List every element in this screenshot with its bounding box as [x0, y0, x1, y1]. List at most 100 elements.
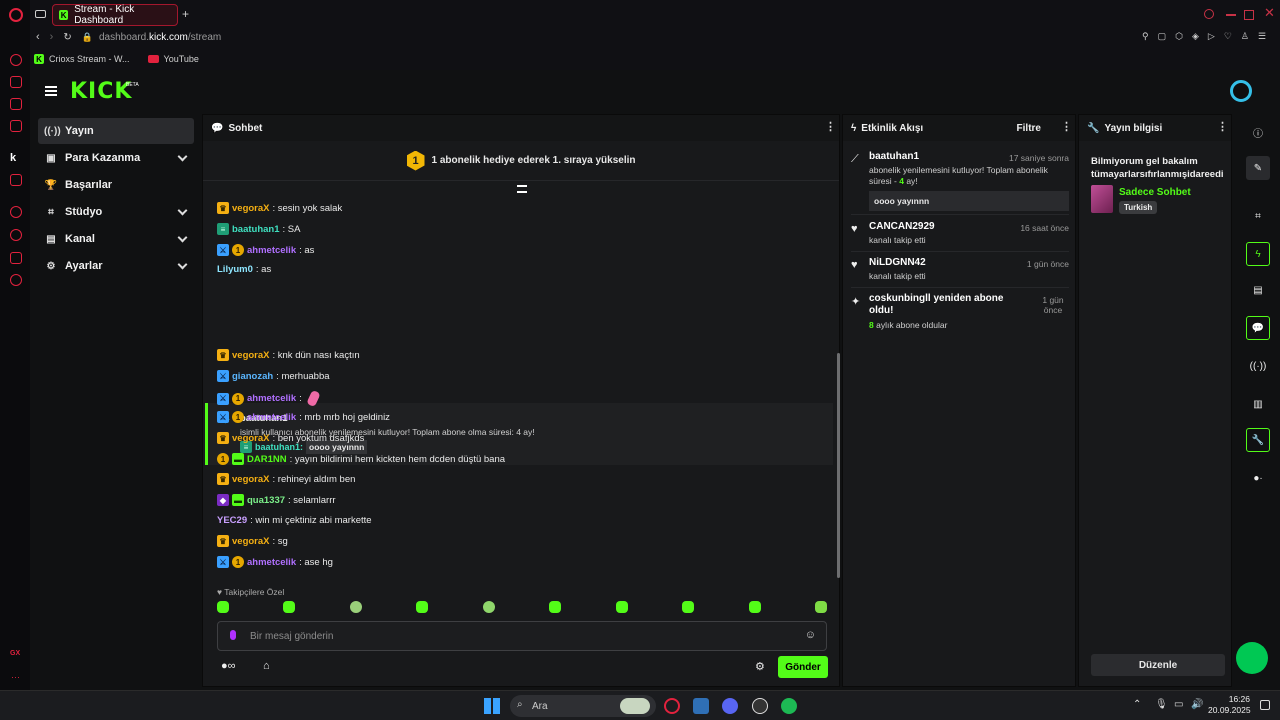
sub-badge-icon[interactable]: 1	[217, 453, 229, 465]
reload-icon[interactable]: ↻	[63, 32, 71, 43]
heart-toolbar-icon[interactable]: ♡	[1224, 31, 1232, 42]
chat-scrollbar[interactable]	[837, 353, 840, 578]
new-tab-icon[interactable]: +	[182, 7, 189, 21]
verified-badge-icon[interactable]: ≡	[217, 223, 229, 235]
crown-badge-icon[interactable]: ♛	[217, 349, 229, 361]
mod-badge-icon[interactable]: ⚔	[217, 370, 229, 382]
bookmark-youtube[interactable]: YouTube	[147, 54, 199, 64]
player-icon[interactable]	[10, 206, 22, 218]
activity-more-icon[interactable]	[1061, 120, 1072, 133]
chat-username[interactable]: ahmetcelik	[247, 393, 296, 404]
gift-badge-icon[interactable]: ▬	[232, 453, 244, 465]
nav-item-yayin[interactable]: ((·)) Yayın	[38, 118, 194, 144]
volume-icon[interactable]: 🔊	[1191, 699, 1203, 710]
filter-button[interactable]: Filtre	[1017, 123, 1041, 134]
activity-rail-icon[interactable]: ϟ	[1246, 242, 1270, 266]
mic-tray-icon[interactable]: 🎙	[1155, 699, 1168, 710]
activity-item[interactable]: ⟋ baatuhan1 17 saniye sonra abonelik yen…	[851, 151, 1069, 211]
chat-username[interactable]: vegoraX	[232, 474, 270, 485]
spotify-taskbar-icon[interactable]	[781, 698, 797, 714]
emote-icon[interactable]	[482, 601, 495, 613]
mod-badge-icon[interactable]: ⚔	[217, 556, 229, 568]
opera-logo-icon[interactable]	[9, 8, 23, 22]
layout-icon[interactable]: ▥	[1246, 392, 1270, 416]
nav-item-kanal[interactable]: ▤ Kanal	[38, 226, 194, 252]
mod-badge-icon[interactable]: ⚔	[217, 244, 229, 256]
active-tab[interactable]: K Stream - Kick Dashboard	[52, 4, 178, 26]
vpn-icon[interactable]: ⬡	[1175, 31, 1183, 42]
back-icon[interactable]: ‹	[36, 31, 40, 43]
play-icon[interactable]: ▷	[1208, 31, 1215, 42]
account-icon[interactable]: ♙	[1241, 31, 1249, 42]
points-rail-icon[interactable]: ●·	[1246, 466, 1270, 490]
sub-badge-icon[interactable]: 1	[232, 392, 244, 405]
chat-username[interactable]: baatuhan1	[232, 224, 280, 235]
taskbar-search[interactable]: ⌕ Ara	[510, 695, 656, 717]
search-tabs-icon[interactable]	[1204, 9, 1214, 19]
bookmark-crioxs[interactable]: K Crioxs Stream - W...	[34, 54, 130, 64]
info-icon[interactable]: ⓘ	[1246, 120, 1270, 144]
category-link[interactable]: Sadece Sohbet	[1119, 187, 1191, 198]
snapshot-icon[interactable]: ▢	[1158, 31, 1167, 42]
emote-icon[interactable]	[283, 601, 296, 613]
sub-badge-icon[interactable]: 1	[232, 244, 244, 256]
nav-item-ayarlar[interactable]: ⚙ Ayarlar	[38, 253, 194, 279]
nav-item-para-kazanma[interactable]: ▣ Para Kazanma	[38, 145, 194, 171]
crown-badge-icon[interactable]: ♛	[217, 432, 229, 444]
chat-settings-icon[interactable]: ⚙	[755, 660, 765, 673]
emote-icon[interactable]	[748, 601, 761, 613]
forward-icon[interactable]: ›	[50, 31, 54, 43]
settings-icon[interactable]	[10, 274, 22, 286]
obs-taskbar-icon[interactable]	[752, 698, 768, 714]
activity-item[interactable]: ♥ NiLDGNN42 1 gün önce kanalı takip etti	[851, 257, 1069, 282]
more-icon[interactable]: ···	[11, 672, 20, 682]
tray-chevron-icon[interactable]: ⌃	[1133, 699, 1141, 710]
broadcast-rail-icon[interactable]: ((·))	[1246, 354, 1270, 378]
gift-banner[interactable]: 1 1 abonelik hediye ederek 1. sıraya yük…	[203, 141, 839, 181]
emote-icon[interactable]	[682, 601, 695, 613]
chat-username[interactable]: vegoraX	[232, 536, 270, 547]
emote-icon[interactable]	[217, 601, 229, 613]
aria-icon[interactable]	[10, 54, 22, 66]
emoji-icon[interactable]: ☺	[805, 629, 816, 641]
notes-icon[interactable]: ▤	[1246, 278, 1270, 302]
tab-manager-icon[interactable]	[35, 10, 46, 18]
crown-badge-icon[interactable]: ♛	[217, 202, 229, 214]
stream-info-more-icon[interactable]	[1217, 120, 1228, 133]
chat-username[interactable]: DAR1NN	[247, 454, 287, 465]
mod-badge-icon[interactable]: ⚔	[217, 392, 229, 405]
sub-badge-icon[interactable]: 1	[232, 556, 244, 568]
system-clock[interactable]: 16:26 20.09.2025	[1208, 694, 1251, 716]
menu-icon[interactable]	[45, 86, 57, 96]
vip-badge-icon[interactable]: ◆	[217, 494, 229, 506]
wrench-rail-icon[interactable]: 🔧	[1246, 428, 1270, 452]
mic-icon[interactable]	[230, 630, 236, 640]
nav-item-studyo[interactable]: ⌗ Stüdyo	[38, 199, 194, 225]
maximize-icon[interactable]	[1244, 10, 1254, 20]
chat-username[interactable]: gianozah	[232, 371, 273, 382]
send-button[interactable]: Gönder	[778, 656, 828, 678]
nav-item-basarilar[interactable]: 🏆 Başarılar	[38, 172, 194, 198]
chat-username[interactable]: ahmetcelik	[247, 412, 296, 423]
easy-setup-icon[interactable]: ☰	[1258, 31, 1266, 42]
url-field[interactable]: dashboard.kick.com/stream	[99, 32, 221, 43]
chat-input[interactable]: Bir mesaj gönderin ☺	[217, 621, 827, 651]
twitch-icon[interactable]	[10, 174, 22, 186]
messenger-icon[interactable]	[10, 98, 22, 110]
support-headset-icon[interactable]	[1236, 642, 1268, 674]
app-taskbar-icon[interactable]	[693, 698, 709, 714]
crown-badge-icon[interactable]: ♛	[217, 535, 229, 547]
pin-icon[interactable]: ⚲	[1142, 31, 1149, 42]
chat-username[interactable]: ahmetcelik	[247, 245, 296, 256]
chat-more-icon[interactable]	[825, 120, 836, 133]
cube-icon[interactable]	[10, 252, 22, 264]
youtube-icon[interactable]	[10, 120, 22, 132]
store-icon[interactable]: ⌂	[263, 660, 270, 672]
user-avatar[interactable]	[1230, 80, 1252, 102]
chat-username[interactable]: vegoraX	[232, 203, 270, 214]
kick-logo[interactable]: KICK	[70, 79, 132, 104]
points-icon[interactable]: ●∞	[221, 660, 236, 672]
history-icon[interactable]	[10, 229, 22, 241]
windows-start-icon[interactable]	[484, 698, 500, 714]
emote-icon[interactable]	[549, 601, 562, 613]
